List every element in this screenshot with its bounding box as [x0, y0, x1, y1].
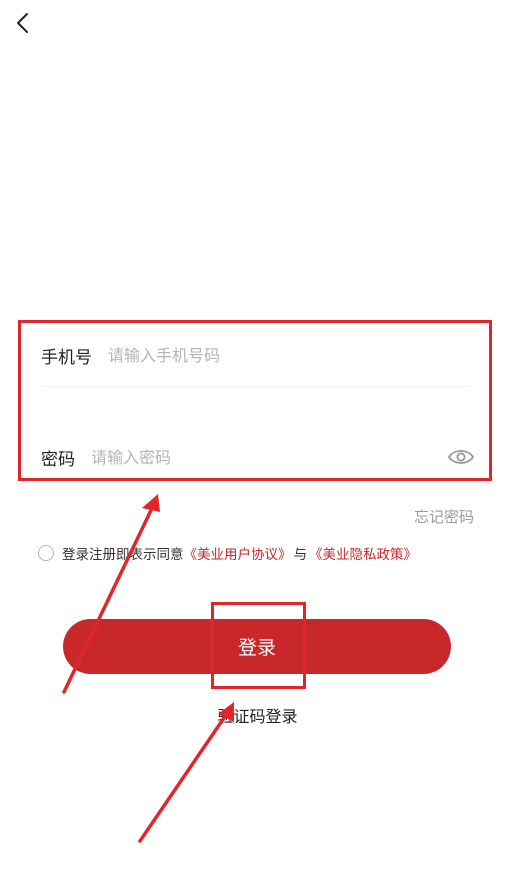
- password-row: 密码: [21, 439, 489, 475]
- login-form: 手机号 密码: [18, 320, 492, 481]
- sms-login-link[interactable]: 验证码登录: [0, 703, 515, 727]
- phone-row: 手机号: [21, 337, 489, 373]
- privacy-policy-link[interactable]: 《美业隐私政策》: [309, 543, 417, 563]
- user-agreement-link[interactable]: 《美业用户协议》: [184, 543, 292, 563]
- login-button[interactable]: 登录: [63, 619, 451, 674]
- password-input[interactable]: [91, 442, 447, 472]
- back-button[interactable]: [8, 8, 40, 40]
- forgot-password-link[interactable]: 忘记密码: [414, 506, 474, 527]
- field-divider: [41, 386, 471, 387]
- agreement-prefix: 登录注册即表示同意: [62, 547, 184, 563]
- eye-icon: [447, 450, 475, 464]
- phone-input[interactable]: [108, 340, 489, 370]
- password-label: 密码: [41, 449, 75, 470]
- toggle-password-visibility-button[interactable]: [447, 447, 475, 467]
- phone-label: 手机号: [41, 347, 92, 368]
- agreement-checkbox[interactable]: [38, 545, 54, 561]
- chevron-left-icon: [17, 13, 28, 33]
- agreement-row: 登录注册即表示同意 《美业用户协议》 与 《美业隐私政策》: [38, 543, 417, 563]
- agreement-joiner: 与: [293, 547, 308, 563]
